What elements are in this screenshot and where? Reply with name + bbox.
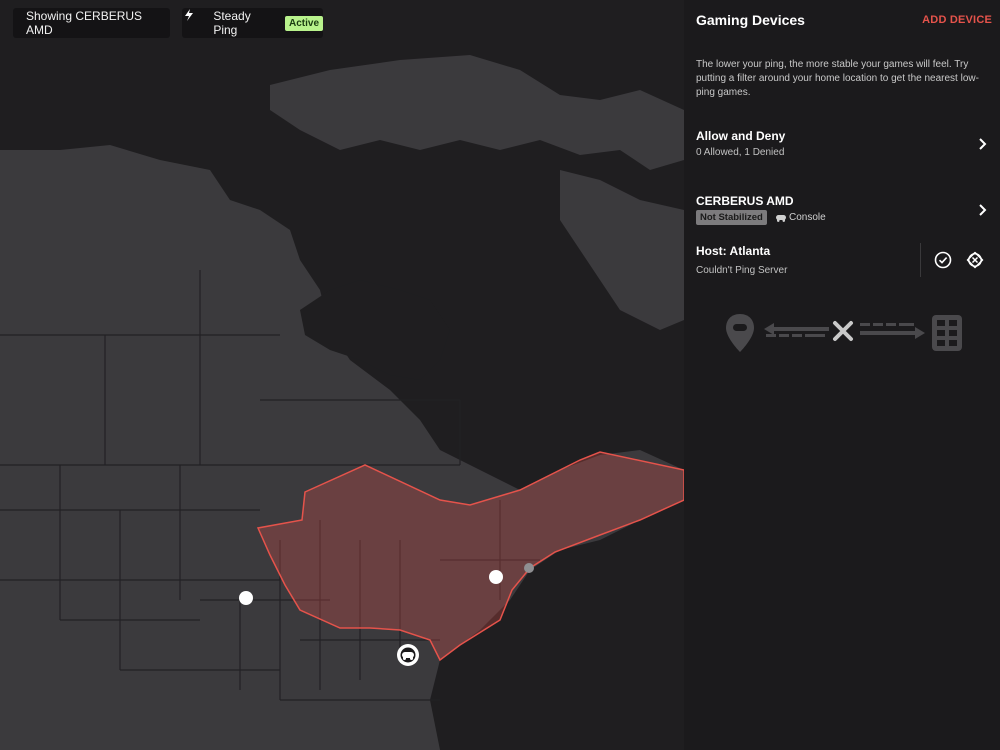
intro-text: The lower your ping, the more stable you… bbox=[696, 59, 979, 98]
gamepad-icon bbox=[776, 214, 786, 222]
lightning-icon bbox=[185, 9, 203, 30]
gaming-devices-panel: Gaming Devices ADD DEVICE The lower your… bbox=[684, 0, 1000, 750]
allow-deny-subtitle: 0 Allowed, 1 Denied bbox=[696, 147, 785, 158]
console-tag: Console bbox=[776, 212, 826, 223]
chevron-right-icon bbox=[979, 204, 987, 216]
add-device-button[interactable]: ADD DEVICE bbox=[922, 14, 992, 26]
arrow-left bbox=[764, 323, 829, 337]
divider bbox=[920, 243, 921, 277]
map-canvas[interactable] bbox=[0, 0, 684, 750]
device-filter-label: Showing CERBERUS AMD bbox=[26, 9, 143, 37]
allow-deny-title: Allow and Deny bbox=[696, 129, 786, 143]
location-gamepad-icon bbox=[726, 314, 754, 352]
not-stabilized-badge: Not Stabilized bbox=[696, 210, 767, 225]
allow-check-icon[interactable] bbox=[934, 251, 952, 269]
land-arctic-islands bbox=[270, 55, 684, 170]
host-status: Couldn't Ping Server bbox=[696, 265, 788, 276]
server-icon bbox=[932, 315, 962, 351]
land-greenland-edge bbox=[560, 170, 684, 330]
arrow-right bbox=[860, 323, 925, 339]
active-badge: Active bbox=[284, 15, 323, 31]
map-view[interactable]: Showing CERBERUS AMD Steady Ping Active bbox=[0, 0, 684, 750]
server-marker-faded[interactable] bbox=[524, 563, 534, 573]
steady-ping-label: Steady Ping bbox=[213, 9, 251, 37]
x-icon bbox=[833, 321, 853, 341]
deny-x-icon[interactable] bbox=[966, 251, 984, 269]
host-title: Host: Atlanta bbox=[696, 244, 771, 258]
panel-title: Gaming Devices bbox=[696, 12, 805, 28]
server-marker-virginia[interactable] bbox=[489, 570, 503, 584]
device-name: CERBERUS AMD bbox=[696, 194, 794, 208]
device-location-atlanta[interactable] bbox=[397, 644, 419, 666]
steady-ping-pill[interactable]: Steady Ping Active bbox=[182, 8, 323, 38]
console-label: Console bbox=[789, 212, 826, 223]
allow-deny-row[interactable]: Allow and Deny 0 Allowed, 1 Denied bbox=[684, 120, 1000, 168]
device-filter-pill[interactable]: Showing CERBERUS AMD bbox=[13, 8, 170, 38]
chevron-right-icon bbox=[979, 138, 987, 150]
connection-diagram bbox=[726, 314, 962, 352]
server-marker-dallas[interactable] bbox=[239, 591, 253, 605]
